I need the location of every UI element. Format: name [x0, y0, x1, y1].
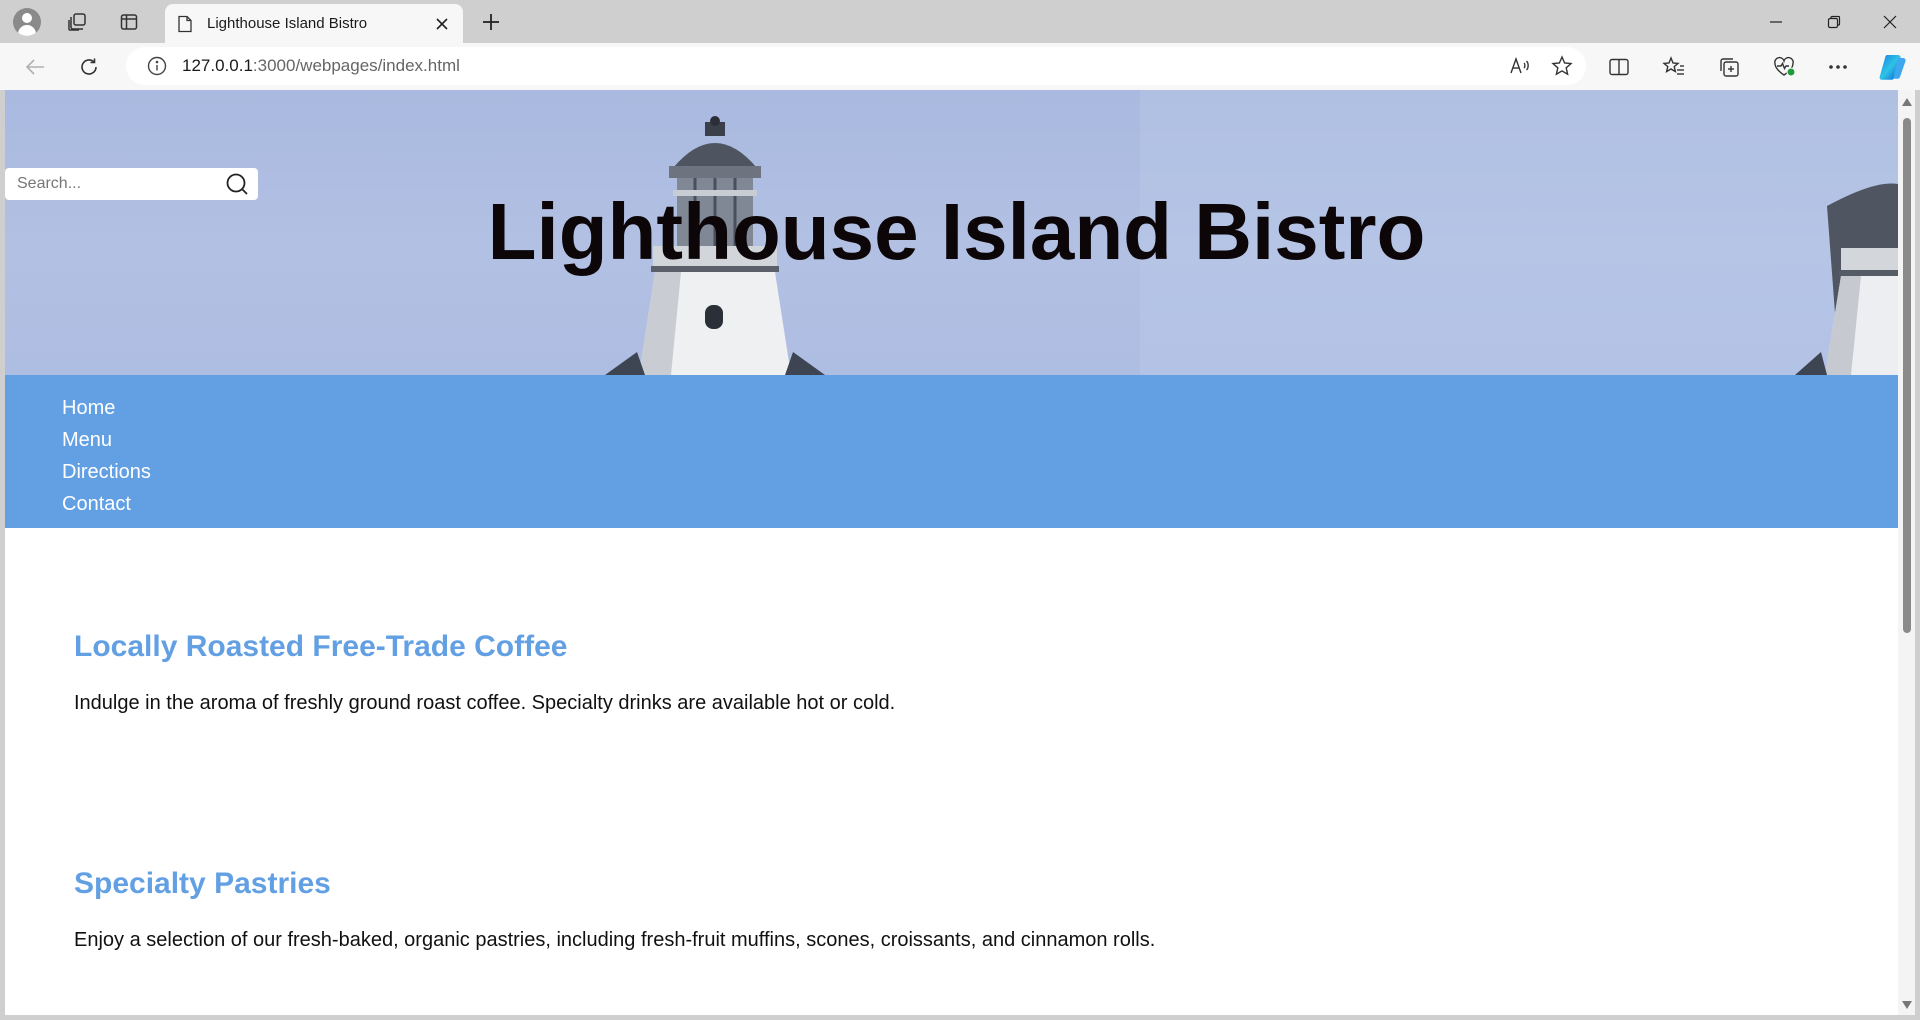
info-icon[interactable] [146, 55, 168, 77]
copilot-button[interactable] [1874, 48, 1912, 86]
nav-link-directions[interactable]: Directions [62, 456, 151, 488]
reload-icon [81, 58, 97, 75]
url-text[interactable]: 127.0.0.1:3000/webpages/index.html [182, 56, 460, 76]
browser-tab-active[interactable]: Lighthouse Island Bistro [165, 4, 463, 43]
tab-title: Lighthouse Island Bistro [207, 15, 368, 32]
collections-button[interactable] [1711, 50, 1747, 84]
favorites-button[interactable] [1656, 50, 1692, 84]
nav-link-home[interactable]: Home [62, 392, 115, 424]
section-text: Indulge in the aroma of freshly ground r… [74, 692, 896, 714]
url-path: :3000/webpages/index.html [252, 56, 460, 75]
heart-pulse-icon [1774, 56, 1796, 77]
new-tab-button[interactable] [474, 6, 508, 38]
collections-icon [1720, 58, 1739, 77]
page-viewport: Lighthouse Island Bistro Home Menu Direc… [5, 90, 1898, 1015]
nav-link-menu[interactable]: Menu [62, 424, 112, 456]
nav-link-contact[interactable]: Contact [62, 488, 131, 520]
minimize-button[interactable] [1748, 4, 1804, 40]
tab-close-button[interactable] [427, 9, 457, 39]
copilot-icon [1879, 55, 1906, 80]
minimize-icon [1770, 21, 1782, 23]
settings-more-button[interactable] [1820, 50, 1856, 84]
plus-icon [483, 14, 499, 30]
scroll-up-button[interactable] [1901, 96, 1912, 108]
close-icon [436, 17, 448, 30]
workspaces-button[interactable] [60, 6, 94, 38]
page-scrollbar[interactable] [1898, 90, 1915, 1015]
profile-button[interactable] [10, 6, 44, 38]
section-heading: Locally Roasted Free-Trade Coffee [74, 630, 568, 663]
profile-avatar-icon [13, 8, 41, 36]
read-aloud-button[interactable] [1502, 50, 1538, 82]
site-title: Lighthouse Island Bistro [487, 187, 1426, 276]
triangle-down-icon [1901, 1001, 1912, 1009]
header-banner: Lighthouse Island Bistro [5, 90, 1898, 375]
close-icon [1883, 15, 1897, 29]
address-bar[interactable]: 127.0.0.1:3000/webpages/index.html [126, 47, 1586, 85]
main-navigation: Home Menu Directions Contact [5, 375, 1898, 528]
arrow-left-icon [25, 59, 44, 75]
restore-icon [1827, 15, 1841, 29]
split-screen-button[interactable] [1601, 50, 1637, 84]
url-host: 127.0.0.1 [182, 56, 253, 75]
section-text: Enjoy a selection of our fresh-baked, or… [74, 929, 1156, 951]
favorite-button[interactable] [1544, 50, 1580, 82]
back-button[interactable] [18, 50, 52, 84]
star-icon [1551, 55, 1573, 76]
scrollbar-thumb[interactable] [1903, 118, 1911, 633]
favorites-list-icon [1662, 56, 1684, 75]
triangle-up-icon [1901, 98, 1912, 106]
browser-essentials-button[interactable] [1766, 50, 1802, 84]
more-horizontal-icon [1829, 65, 1847, 69]
restore-button[interactable] [1806, 4, 1862, 40]
window-close-button[interactable] [1862, 4, 1918, 40]
split-screen-icon [1609, 58, 1629, 76]
tab-actions-button[interactable] [112, 6, 146, 38]
workspaces-icon [68, 13, 86, 31]
reload-button[interactable] [72, 50, 106, 84]
page-icon [178, 15, 192, 32]
vertical-tabs-icon [120, 14, 138, 30]
read-aloud-icon [1510, 56, 1529, 74]
scroll-down-button[interactable] [1901, 999, 1912, 1011]
section-heading: Specialty Pastries [74, 867, 331, 900]
